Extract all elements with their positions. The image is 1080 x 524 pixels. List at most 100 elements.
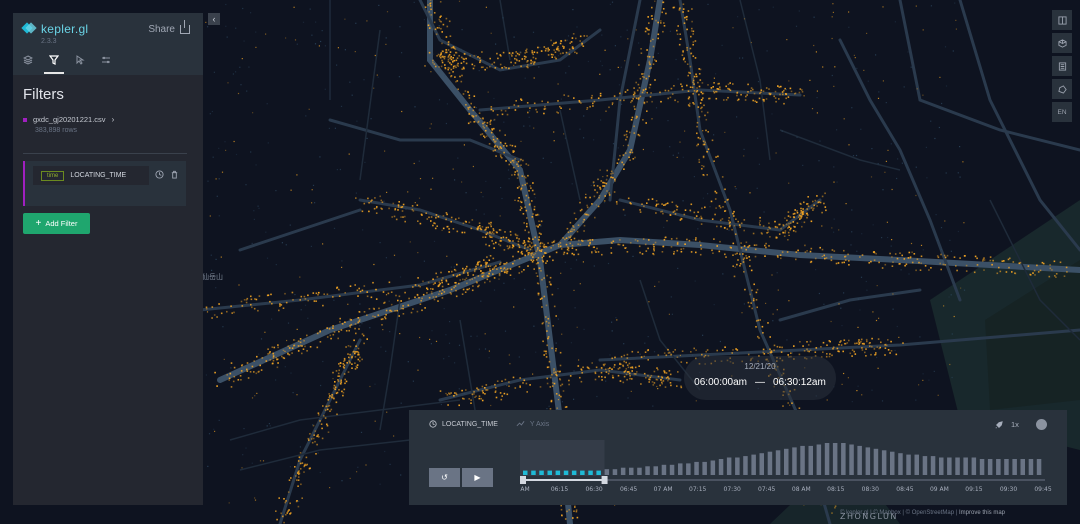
map-point	[949, 239, 951, 241]
map-point	[633, 373, 636, 375]
map-point	[499, 141, 502, 144]
clock-icon[interactable]	[155, 170, 164, 179]
map-point	[574, 307, 576, 309]
map-point	[310, 438, 313, 440]
slider-handle-start[interactable]	[520, 476, 526, 484]
legend-button[interactable]	[1052, 56, 1072, 76]
map-point	[559, 351, 562, 354]
map-point	[447, 404, 449, 406]
map-point	[821, 195, 824, 198]
map-point	[446, 394, 449, 396]
draw-polygon-button[interactable]	[1052, 79, 1072, 99]
map-point	[532, 373, 534, 375]
map-point	[453, 286, 455, 289]
map-point	[854, 342, 856, 345]
map-point	[797, 249, 799, 252]
map-point	[785, 97, 787, 100]
map-point	[303, 295, 306, 298]
map-point	[869, 345, 871, 347]
tab-interactions[interactable]	[73, 53, 87, 73]
map-point	[782, 224, 785, 226]
map-point	[295, 339, 297, 341]
map-point	[322, 243, 324, 245]
map-point	[739, 265, 741, 267]
map-point	[710, 87, 713, 89]
map-point	[809, 250, 812, 253]
map-point	[674, 349, 676, 351]
map-point	[884, 171, 886, 173]
map-point	[647, 33, 650, 35]
3d-view-button[interactable]	[1052, 33, 1072, 53]
map-point	[631, 367, 634, 369]
improve-map-link[interactable]: Improve this map	[959, 510, 1005, 516]
map-point	[530, 252, 533, 254]
map-point	[753, 92, 756, 95]
map-point	[578, 239, 580, 242]
histogram-bar	[775, 450, 781, 475]
play-button[interactable]: ▶	[462, 468, 493, 487]
map-point	[787, 239, 789, 241]
dataset-title[interactable]: gxdc_gj20201221.csv ›	[23, 115, 114, 124]
map-point	[486, 256, 488, 258]
slider-handle-end[interactable]	[601, 476, 608, 484]
map-point	[562, 52, 564, 54]
map-point	[667, 120, 669, 122]
map-point	[548, 322, 550, 324]
tab-layers[interactable]	[21, 53, 35, 73]
map-point	[515, 234, 517, 237]
trash-icon[interactable]	[170, 170, 179, 179]
map-point	[752, 299, 755, 302]
filter-field-selector[interactable]: time LOCATING_TIME	[33, 166, 149, 185]
map-point	[401, 110, 403, 113]
reset-button[interactable]: ↺	[429, 468, 460, 487]
y-axis-selector[interactable]: Y Axis	[516, 420, 549, 428]
kepler-logo[interactable]: kepler.gl	[23, 22, 88, 36]
map-point	[527, 240, 529, 242]
map-point	[543, 243, 546, 246]
map-point	[455, 51, 458, 54]
map-point	[763, 353, 766, 355]
speed-control[interactable]: 1x	[995, 420, 1019, 429]
map-point	[533, 77, 535, 79]
split-map-button[interactable]	[1052, 10, 1072, 30]
map-point	[434, 65, 437, 68]
map-point	[514, 145, 517, 148]
time-range: 06:00:00am — 06:30:12am	[684, 377, 836, 388]
tab-base-map[interactable]	[99, 53, 113, 73]
map-point	[518, 272, 521, 274]
share-button[interactable]: Share	[148, 20, 190, 35]
map-point	[484, 333, 486, 335]
map-point	[536, 51, 539, 54]
map-point	[465, 389, 467, 391]
map-point	[812, 209, 814, 211]
globe-icon[interactable]	[1036, 419, 1047, 430]
map-point	[491, 236, 494, 239]
map-point	[317, 412, 320, 414]
map-point	[698, 68, 700, 70]
map-point	[566, 227, 569, 230]
map-point	[251, 242, 253, 244]
map-point	[960, 287, 962, 289]
map-point	[673, 251, 675, 253]
add-filter-button[interactable]: + Add Filter	[23, 213, 90, 234]
map-point	[468, 112, 470, 115]
map-point	[583, 115, 585, 117]
collapse-panel-button[interactable]: ‹	[208, 13, 220, 25]
locale-button[interactable]: EN	[1052, 102, 1072, 122]
map-point	[624, 247, 626, 249]
map-point	[478, 348, 480, 350]
map-point	[697, 136, 700, 139]
map-point	[737, 16, 739, 18]
map-point	[722, 273, 724, 275]
map-point	[831, 37, 833, 40]
map-point	[599, 188, 602, 190]
map-point	[508, 67, 510, 70]
map-point	[624, 60, 626, 62]
histogram-bar	[645, 466, 650, 475]
map-point	[686, 239, 688, 241]
map-point	[237, 92, 240, 95]
tab-filters[interactable]	[44, 53, 64, 74]
dataset-color-swatch	[23, 117, 27, 122]
time-field-selector[interactable]: LOCATING_TIME	[429, 420, 498, 428]
map-point	[648, 301, 650, 303]
